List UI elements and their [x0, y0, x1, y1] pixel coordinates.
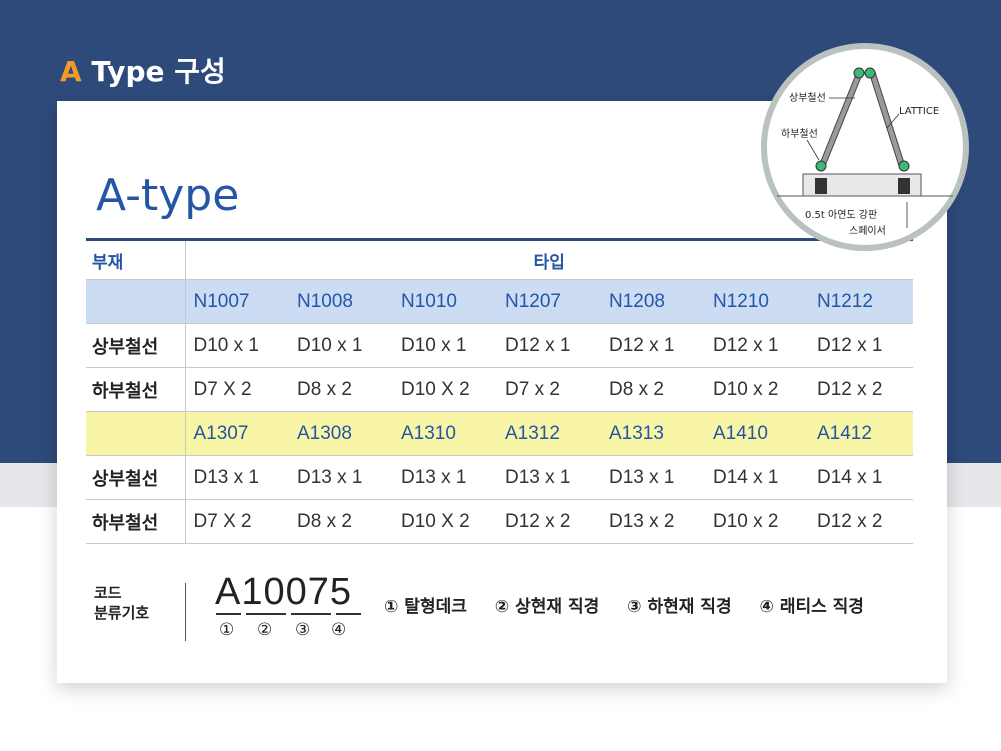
table-cell-model: A1307 [185, 411, 289, 456]
section-title: A Type 구성 [60, 50, 226, 90]
table-cell: D13 x 1 [601, 455, 705, 500]
legend-item: ③ 하현재 직경 [627, 597, 732, 617]
table-cell: D8 x 2 [601, 367, 705, 412]
table-cell-model: A1310 [393, 411, 497, 456]
table-cell: D10 x 1 [289, 323, 393, 368]
table-row-model-n: N1007 N1008 N1010 N1207 N1208 N1210 N121… [86, 279, 913, 324]
table-cell: D13 x 1 [393, 455, 497, 500]
table-cell: D10 X 2 [393, 499, 497, 544]
table-cell: D13 x 1 [185, 455, 289, 500]
table-row: 상부철선 D13 x 1 D13 x 1 D13 x 1 D13 x 1 D13… [86, 455, 913, 500]
row-label: 하부철선 [86, 499, 186, 544]
label-lattice: LATTICE [899, 106, 939, 117]
table-cell: D12 x 2 [497, 499, 601, 544]
section-title-rest: Type 구성 [81, 55, 226, 88]
code-label-line2: 분류기호 [94, 604, 150, 622]
table-cell: D8 x 2 [289, 367, 393, 412]
spacer-left [815, 178, 827, 194]
code-marker: ② [257, 620, 273, 640]
table-cell: D12 x 1 [705, 323, 809, 368]
table-cell-model: N1207 [497, 279, 601, 324]
table-cell-model: N1008 [289, 279, 393, 324]
table-cell-model: A1308 [289, 411, 393, 456]
table-cell: D14 x 1 [809, 455, 913, 500]
code-legend: ① 탈형데크 ② 상현재 직경 ③ 하현재 직경 ④ 래티스 직경 [384, 592, 886, 617]
code-underline [246, 613, 286, 615]
spec-table: 부재 타입 N1007 N1008 N1010 N1207 N1208 N121… [86, 238, 913, 544]
table-cell: D13 x 1 [289, 455, 393, 500]
table-cell: D13 x 1 [497, 455, 601, 500]
table-row: 하부철선 D7 X 2 D8 x 2 D10 X 2 D12 x 2 D13 x… [86, 499, 913, 544]
table-cell-empty [86, 411, 186, 456]
table-cell: D12 x 1 [497, 323, 601, 368]
legend-item: ④ 래티스 직경 [759, 597, 864, 617]
bottom-wire [815, 160, 827, 172]
table-cell: D10 x 2 [705, 499, 809, 544]
table-cell-model: N1007 [185, 279, 289, 324]
code-example: A10075 [215, 571, 353, 613]
table-cell: D12 x 1 [601, 323, 705, 368]
row-label: 상부철선 [86, 323, 186, 368]
table-row: 상부철선 D10 x 1 D10 x 1 D10 x 1 D12 x 1 D12… [86, 323, 913, 368]
legend-item: ② 상현재 직경 [494, 597, 600, 617]
table-cell-model: N1210 [705, 279, 809, 324]
code-label-line1: 코드 [94, 584, 122, 602]
header-cell-member: 부재 [86, 239, 186, 280]
spacer-right [898, 178, 910, 194]
table-cell: D7 X 2 [185, 367, 289, 412]
table-cell-model: A1412 [809, 411, 913, 456]
table-cell: D10 x 1 [185, 323, 289, 368]
table-cell-model: N1208 [601, 279, 705, 324]
table-cell: D12 x 2 [809, 499, 913, 544]
code-underline [291, 613, 331, 615]
bottom-wire [898, 160, 910, 172]
table-cell-model: A1313 [601, 411, 705, 456]
table-cell-empty [86, 279, 186, 324]
top-wire [864, 67, 876, 79]
table-row-model-a: A1307 A1308 A1310 A1312 A1313 A1410 A141… [86, 411, 913, 456]
table-cell: D13 x 2 [601, 499, 705, 544]
table-cell-model: A1312 [497, 411, 601, 456]
row-label: 하부철선 [86, 367, 186, 412]
code-label: 코드 분류기호 [94, 583, 149, 623]
top-wire [853, 67, 865, 79]
code-marker: ① [219, 620, 235, 640]
table-cell: D8 x 2 [289, 499, 393, 544]
table-cell: D10 X 2 [393, 367, 497, 412]
table-cell: D7 X 2 [185, 499, 289, 544]
table-cell: D7 x 2 [497, 367, 601, 412]
table-cell: D12 x 2 [809, 367, 913, 412]
table-cell-model: N1010 [393, 279, 497, 324]
legend-item: ① 탈형데크 [384, 597, 467, 617]
code-divider [185, 583, 186, 641]
code-underline [336, 613, 361, 615]
table-cell-model: A1410 [705, 411, 809, 456]
table-cell: D12 x 1 [809, 323, 913, 368]
label-bottom-wire: 하부철선 [781, 127, 818, 140]
label-plate: 0.5t 아연도 강판 [805, 209, 877, 221]
label-spacer: 스페이서 [849, 225, 886, 237]
page-title: A-type [96, 170, 240, 221]
table-cell-model: N1212 [809, 279, 913, 324]
table-cell: D10 x 2 [705, 367, 809, 412]
code-marker: ④ [331, 620, 347, 640]
table-cell: D10 x 1 [393, 323, 497, 368]
table-row: 하부철선 D7 X 2 D8 x 2 D10 X 2 D7 x 2 D8 x 2… [86, 367, 913, 412]
code-marker: ③ [295, 620, 311, 640]
lattice-diagram: 상부철선 하부철선 LATTICE 0.5t 아연도 강판 스페이서 [761, 43, 969, 251]
code-underline [216, 613, 241, 615]
section-title-letter: A [60, 55, 82, 88]
table-cell: D14 x 1 [705, 455, 809, 500]
row-label: 상부철선 [86, 455, 186, 500]
label-top-wire: 상부철선 [789, 92, 826, 104]
